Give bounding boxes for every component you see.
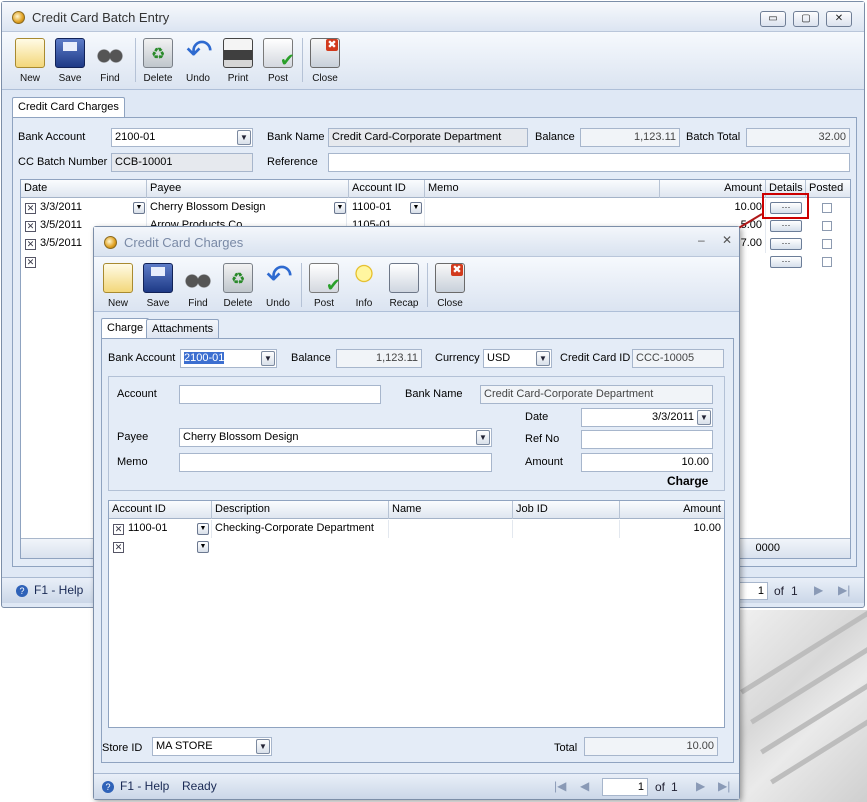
row-amount[interactable]: 10.00 — [620, 520, 724, 538]
app-icon — [104, 236, 117, 249]
post-button[interactable]: Post — [305, 261, 343, 313]
previous-page-icon[interactable]: ◀ — [580, 779, 589, 793]
child-statusbar: ? F1 - Help Ready |◀ ◀ 1 of 1 ▶ ▶| — [94, 773, 739, 799]
store-id-combo[interactable]: MA STORE ▼ — [152, 737, 272, 756]
row-description[interactable]: Checking-Corporate Department — [212, 520, 389, 538]
child-window-title: Credit Card Charges — [124, 235, 244, 250]
charge-caption: Charge — [667, 474, 709, 488]
toolbar-separator — [301, 263, 302, 307]
col-account-id[interactable]: Account ID — [109, 501, 212, 519]
balance-label: Balance — [291, 352, 331, 364]
find-icon — [183, 263, 213, 293]
balance-field: 1,123.11 — [336, 349, 422, 368]
child-toolbar: New Save Find Delete Undo Post Info Reca… — [94, 257, 739, 312]
info-button[interactable]: Info — [345, 261, 383, 313]
bank-account-combo[interactable]: 2100-01 ▼ — [180, 349, 277, 368]
currency-combo[interactable]: USD ▼ — [483, 349, 552, 368]
bank-account-label: Bank Account — [108, 352, 176, 364]
account-label: Account — [117, 388, 157, 400]
undo-icon — [263, 257, 293, 295]
amount-label: Amount — [525, 456, 563, 468]
delete-icon — [223, 263, 253, 293]
status-text: Ready — [182, 779, 217, 793]
save-icon — [143, 263, 173, 293]
ref-no-label: Ref No — [525, 433, 560, 445]
chevron-down-icon[interactable]: ▼ — [536, 351, 550, 366]
last-page-icon[interactable]: ▶| — [718, 779, 730, 793]
first-page-icon[interactable]: |◀ — [554, 779, 566, 793]
delete-button[interactable]: Delete — [219, 261, 257, 313]
amount-input[interactable]: 10.00 — [581, 453, 713, 472]
currency-label: Currency — [435, 352, 480, 364]
total-field: 10.00 — [584, 737, 718, 756]
delete-row-icon[interactable]: ✕ — [113, 524, 124, 535]
chevron-down-icon[interactable]: ▼ — [261, 351, 275, 366]
chevron-down-icon[interactable]: ▼ — [197, 541, 209, 553]
child-close-button[interactable]: ✕ — [722, 233, 732, 247]
chevron-down-icon[interactable]: ▼ — [476, 430, 490, 445]
help-icon: ? — [102, 781, 114, 793]
close-button[interactable]: Close — [431, 261, 469, 313]
store-id-label: Store ID — [102, 742, 143, 754]
tab-charge[interactable]: Charge — [101, 318, 150, 338]
col-job-id[interactable]: Job ID — [513, 501, 620, 519]
tab-attachments[interactable]: Attachments — [146, 319, 220, 338]
col-description[interactable]: Description — [212, 501, 389, 519]
distribution-grid-header: Account ID Description Name Job ID Amoun… — [109, 501, 724, 519]
charge-details-group: Account Bank Name Credit Card-Corporate … — [108, 376, 725, 491]
distribution-grid: Account ID Description Name Job ID Amoun… — [108, 500, 725, 728]
page-of-label: of — [655, 780, 666, 794]
row-job-id[interactable] — [513, 520, 620, 538]
undo-button[interactable]: Undo — [259, 257, 297, 313]
row-name[interactable] — [389, 520, 513, 538]
child-titlebar: Credit Card Charges – ✕ — [94, 227, 739, 257]
save-button[interactable]: Save — [139, 261, 177, 313]
toolbar-separator — [427, 263, 428, 307]
chevron-down-icon[interactable]: ▼ — [697, 410, 711, 425]
col-amount[interactable]: Amount — [620, 501, 724, 519]
post-icon — [309, 263, 341, 296]
chevron-down-icon[interactable]: ▼ — [256, 739, 270, 754]
recap-button[interactable]: Recap — [385, 261, 423, 313]
memo-label: Memo — [117, 456, 148, 468]
close-icon — [435, 263, 465, 293]
date-label: Date — [525, 411, 549, 423]
bank-name-label: Bank Name — [405, 388, 463, 400]
credit-card-id-field: CCC-10005 — [632, 349, 724, 368]
credit-card-charges-window: Credit Card Charges – ✕ New Save Find De… — [93, 226, 740, 800]
next-page-icon[interactable]: ▶ — [696, 779, 705, 793]
page-count: 1 — [671, 780, 678, 794]
find-button[interactable]: Find — [179, 261, 217, 313]
charge-tab-panel: Bank Account 2100-01 ▼ Balance 1,123.11 C… — [101, 338, 734, 763]
new-icon — [103, 263, 133, 293]
payee-label: Payee — [117, 431, 149, 443]
info-icon — [349, 263, 379, 293]
ref-no-input[interactable] — [581, 430, 713, 449]
help-link[interactable]: F1 - Help — [120, 779, 169, 793]
new-button[interactable]: New — [99, 261, 137, 313]
col-name[interactable]: Name — [389, 501, 513, 519]
bank-name-field: Credit Card-Corporate Department — [480, 385, 713, 404]
child-minimize-button[interactable]: – — [698, 233, 705, 247]
date-picker[interactable]: 3/3/2011 ▼ — [581, 408, 713, 427]
chevron-down-icon[interactable]: ▼ — [197, 523, 209, 535]
account-input[interactable] — [179, 385, 381, 404]
page-number-input[interactable]: 1 — [602, 778, 648, 796]
total-label: Total — [554, 742, 578, 754]
recap-icon — [389, 263, 419, 293]
memo-input[interactable] — [179, 453, 492, 472]
credit-card-id-label: Credit Card ID — [560, 352, 631, 364]
payee-combo[interactable]: Cherry Blossom Design ▼ — [179, 428, 492, 447]
delete-row-icon[interactable]: ✕ — [113, 542, 124, 553]
